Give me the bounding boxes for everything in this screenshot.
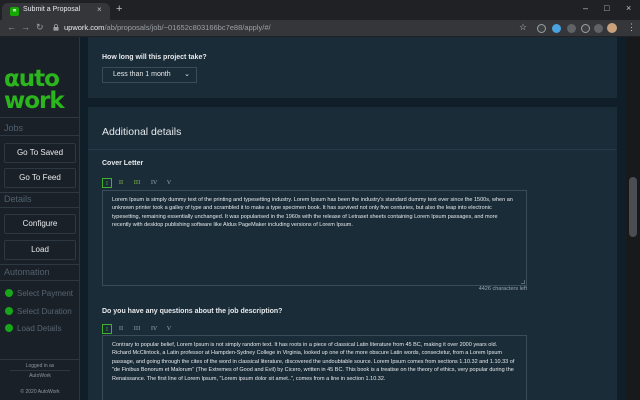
configure-button[interactable]: Configure bbox=[4, 214, 76, 234]
back-icon[interactable]: ← bbox=[7, 22, 16, 32]
page-scrollbar[interactable] bbox=[626, 37, 640, 400]
divider bbox=[0, 117, 80, 118]
logo-line-2: work bbox=[4, 88, 65, 114]
format-button-i[interactable]: I bbox=[102, 178, 112, 188]
tab-close-icon[interactable]: × bbox=[97, 5, 102, 14]
browser-tab-strip: ∝ Submit a Proposal × + – □ × bbox=[0, 0, 640, 20]
format-button-iv[interactable]: IV bbox=[148, 324, 160, 334]
characters-left: 4426 characters left bbox=[478, 286, 527, 292]
format-button-ii[interactable]: II bbox=[116, 324, 126, 334]
bookmark-star-icon[interactable]: ☆ bbox=[519, 22, 527, 33]
browser-tab[interactable]: ∝ Submit a Proposal × bbox=[2, 3, 110, 20]
extension-icon[interactable] bbox=[537, 24, 546, 33]
copyright: © 2020 AutoWork bbox=[20, 389, 60, 395]
proposal-form: How long will this project take? Less th… bbox=[80, 37, 626, 400]
chevron-down-icon: ⌄ bbox=[184, 71, 190, 78]
divider bbox=[0, 207, 80, 208]
automation-label: Select Payment bbox=[17, 289, 74, 298]
browser-toolbar: ← → ↻ upwork.com/ab/proposals/job/~01652… bbox=[0, 20, 640, 37]
upwork-favicon-icon: ∝ bbox=[10, 7, 19, 16]
format-button-iii[interactable]: III bbox=[131, 178, 143, 188]
automation-select-payment[interactable]: Select Payment bbox=[5, 289, 73, 298]
minimize-icon[interactable]: – bbox=[583, 3, 588, 13]
duration-question: How long will this project take? bbox=[102, 54, 207, 61]
new-tab-icon[interactable]: + bbox=[116, 4, 122, 15]
divider bbox=[88, 149, 617, 150]
url-host: upwork.com bbox=[64, 23, 105, 32]
section-label-jobs: Jobs bbox=[4, 123, 24, 133]
divider bbox=[0, 264, 80, 265]
automation-load-details[interactable]: Load Details bbox=[5, 324, 61, 333]
questions-textarea[interactable]: Contrary to popular belief, Lorem Ipsum … bbox=[102, 335, 527, 400]
extension-icon[interactable] bbox=[552, 24, 561, 33]
extension-icon[interactable] bbox=[581, 24, 590, 33]
format-button-iii[interactable]: III bbox=[131, 324, 143, 334]
questions-label: Do you have any questions about the job … bbox=[102, 308, 283, 315]
logged-in-as-label: Logged in as bbox=[25, 363, 55, 369]
cover-letter-label: Cover Letter bbox=[102, 160, 144, 167]
automation-select-duration[interactable]: Select Duration bbox=[5, 307, 72, 316]
section-label-details: Details bbox=[4, 194, 32, 204]
status-dot-icon bbox=[5, 289, 13, 297]
lock-icon bbox=[53, 24, 59, 31]
window-close-icon[interactable]: × bbox=[626, 3, 631, 13]
section-title: Additional details bbox=[102, 126, 182, 138]
format-button-v[interactable]: V bbox=[164, 324, 174, 334]
reload-icon[interactable]: ↻ bbox=[36, 22, 44, 33]
cover-letter-text: Lorem Ipsum is simply dummy text of the … bbox=[112, 197, 513, 229]
status-dot-icon bbox=[5, 324, 13, 332]
divider bbox=[0, 135, 80, 136]
duration-select-value: Less than 1 month bbox=[113, 71, 171, 78]
resize-handle-icon[interactable] bbox=[521, 280, 525, 284]
cover-letter-format-toolbar: I II III IV V bbox=[102, 178, 182, 188]
go-to-saved-button[interactable]: Go To Saved bbox=[4, 143, 76, 163]
divider bbox=[0, 359, 80, 360]
username: AutoWork bbox=[29, 373, 51, 379]
automation-label: Load Details bbox=[17, 324, 62, 333]
duration-select[interactable]: Less than 1 month ⌄ bbox=[102, 67, 197, 83]
cover-letter-textarea[interactable]: Lorem Ipsum is simply dummy text of the … bbox=[102, 190, 527, 286]
address-bar[interactable]: upwork.com/ab/proposals/job/~01652c80316… bbox=[64, 23, 271, 32]
url-path: /ab/proposals/job/~01652c803166bc7e88/ap… bbox=[104, 23, 271, 32]
automation-label: Select Duration bbox=[17, 307, 72, 316]
tab-title: Submit a Proposal bbox=[23, 6, 81, 13]
questions-format-toolbar: I II III IV V bbox=[102, 324, 182, 334]
go-to-feed-button[interactable]: Go To Feed bbox=[4, 168, 76, 188]
format-button-ii[interactable]: II bbox=[116, 178, 126, 188]
format-button-v[interactable]: V bbox=[164, 178, 174, 188]
autowork-sidebar: αuto work Jobs Go To Saved Go To Feed De… bbox=[0, 37, 80, 400]
section-label-automation: Automation bbox=[4, 267, 50, 277]
divider bbox=[10, 370, 70, 371]
status-dot-icon bbox=[5, 307, 13, 315]
chrome-menu-icon[interactable]: ⋮ bbox=[627, 22, 636, 33]
extension-icon[interactable] bbox=[567, 24, 576, 33]
forward-icon[interactable]: → bbox=[21, 22, 30, 32]
profile-avatar[interactable] bbox=[607, 23, 617, 33]
questions-text: Contrary to popular belief, Lorem Ipsum … bbox=[112, 342, 515, 382]
format-button-iv[interactable]: IV bbox=[148, 178, 160, 188]
format-button-i[interactable]: I bbox=[102, 324, 112, 334]
autowork-logo: αuto work bbox=[4, 67, 76, 117]
maximize-icon[interactable]: □ bbox=[604, 3, 609, 13]
divider bbox=[0, 280, 80, 281]
extension-icon[interactable] bbox=[594, 24, 603, 33]
load-button[interactable]: Load bbox=[4, 240, 76, 260]
divider bbox=[0, 192, 80, 193]
scrollbar-thumb[interactable] bbox=[629, 177, 637, 237]
